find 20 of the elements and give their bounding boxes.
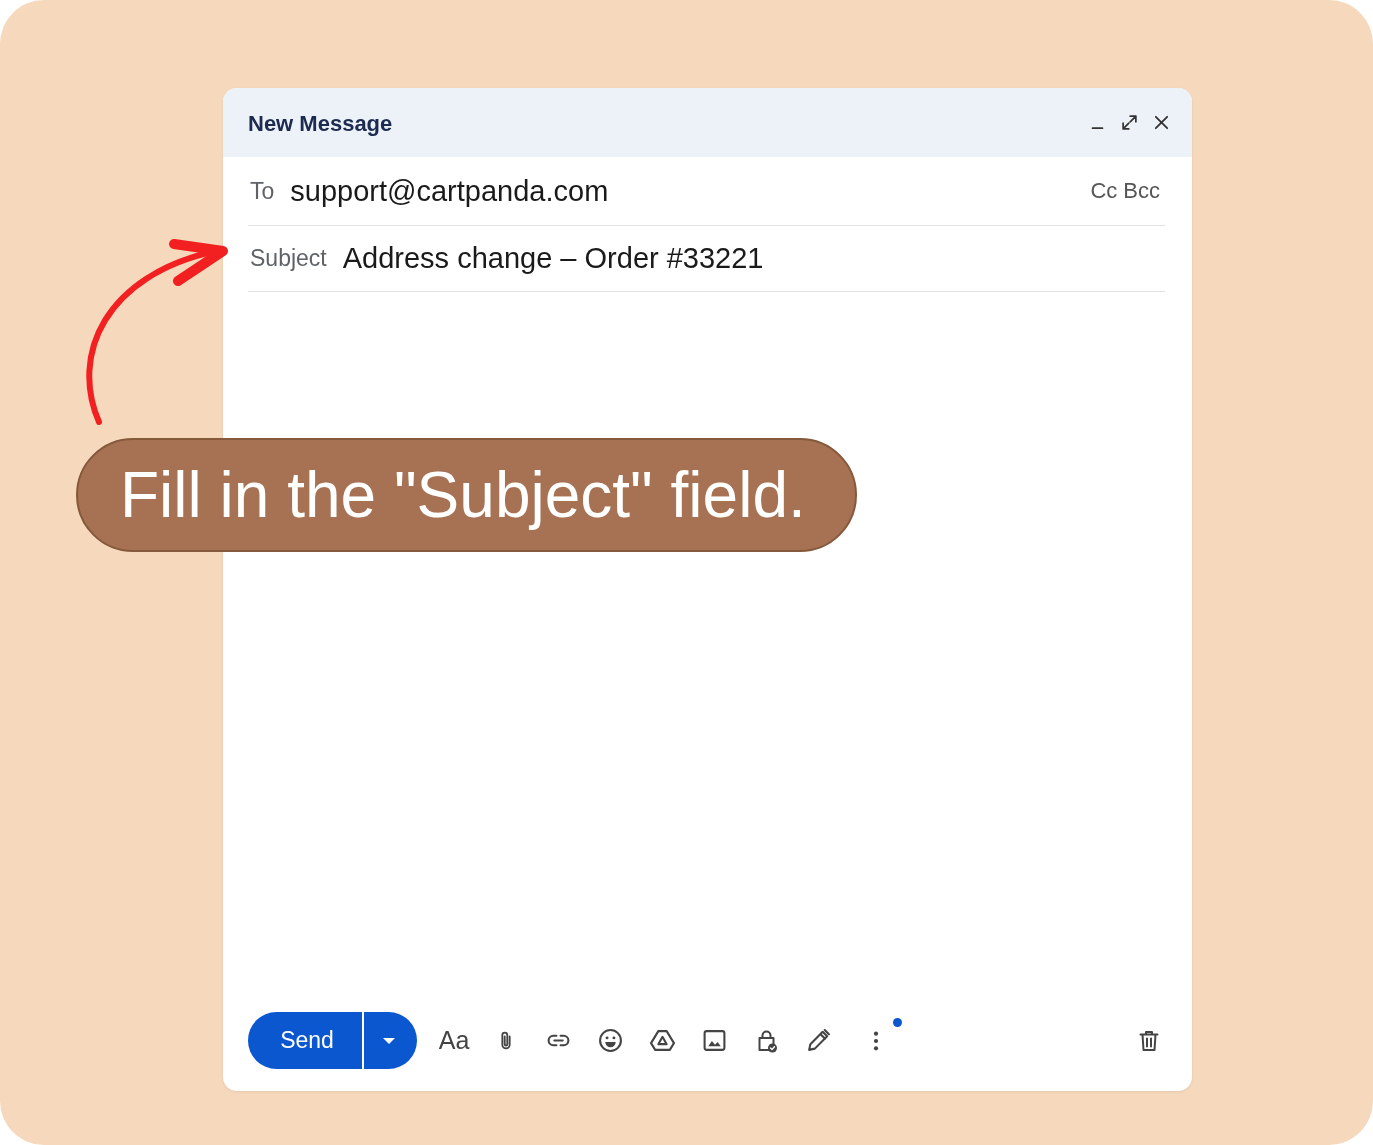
window-title: New Message [248, 110, 393, 137]
formatting-button[interactable]: Aa [438, 1026, 470, 1055]
close-icon[interactable] [1153, 114, 1170, 131]
pencil-icon[interactable] [805, 1028, 831, 1053]
send-options-button[interactable] [364, 1012, 417, 1069]
recipient-field[interactable]: support@cartpanda.com [290, 172, 1085, 210]
expand-icon[interactable] [1121, 114, 1138, 131]
more-options-icon[interactable] [873, 1029, 879, 1052]
triangle-logo-icon[interactable] [649, 1028, 675, 1053]
trash-icon[interactable] [1137, 1028, 1161, 1053]
field-label: Subject [249, 245, 327, 272]
emoji-icon[interactable] [597, 1028, 623, 1053]
caret-icon[interactable] [382, 1037, 395, 1044]
image-icon[interactable] [701, 1028, 727, 1053]
cc-button[interactable]: Cc [1090, 178, 1118, 204]
send-button[interactable]: Send [248, 1012, 362, 1069]
subject-field[interactable]: Address change – Order #33221 [342, 239, 1165, 278]
bcc-button[interactable]: Bcc [1123, 178, 1160, 204]
instruction-callout: Fill in the "Subject" field. [76, 438, 857, 552]
field-label: To [249, 177, 275, 205]
